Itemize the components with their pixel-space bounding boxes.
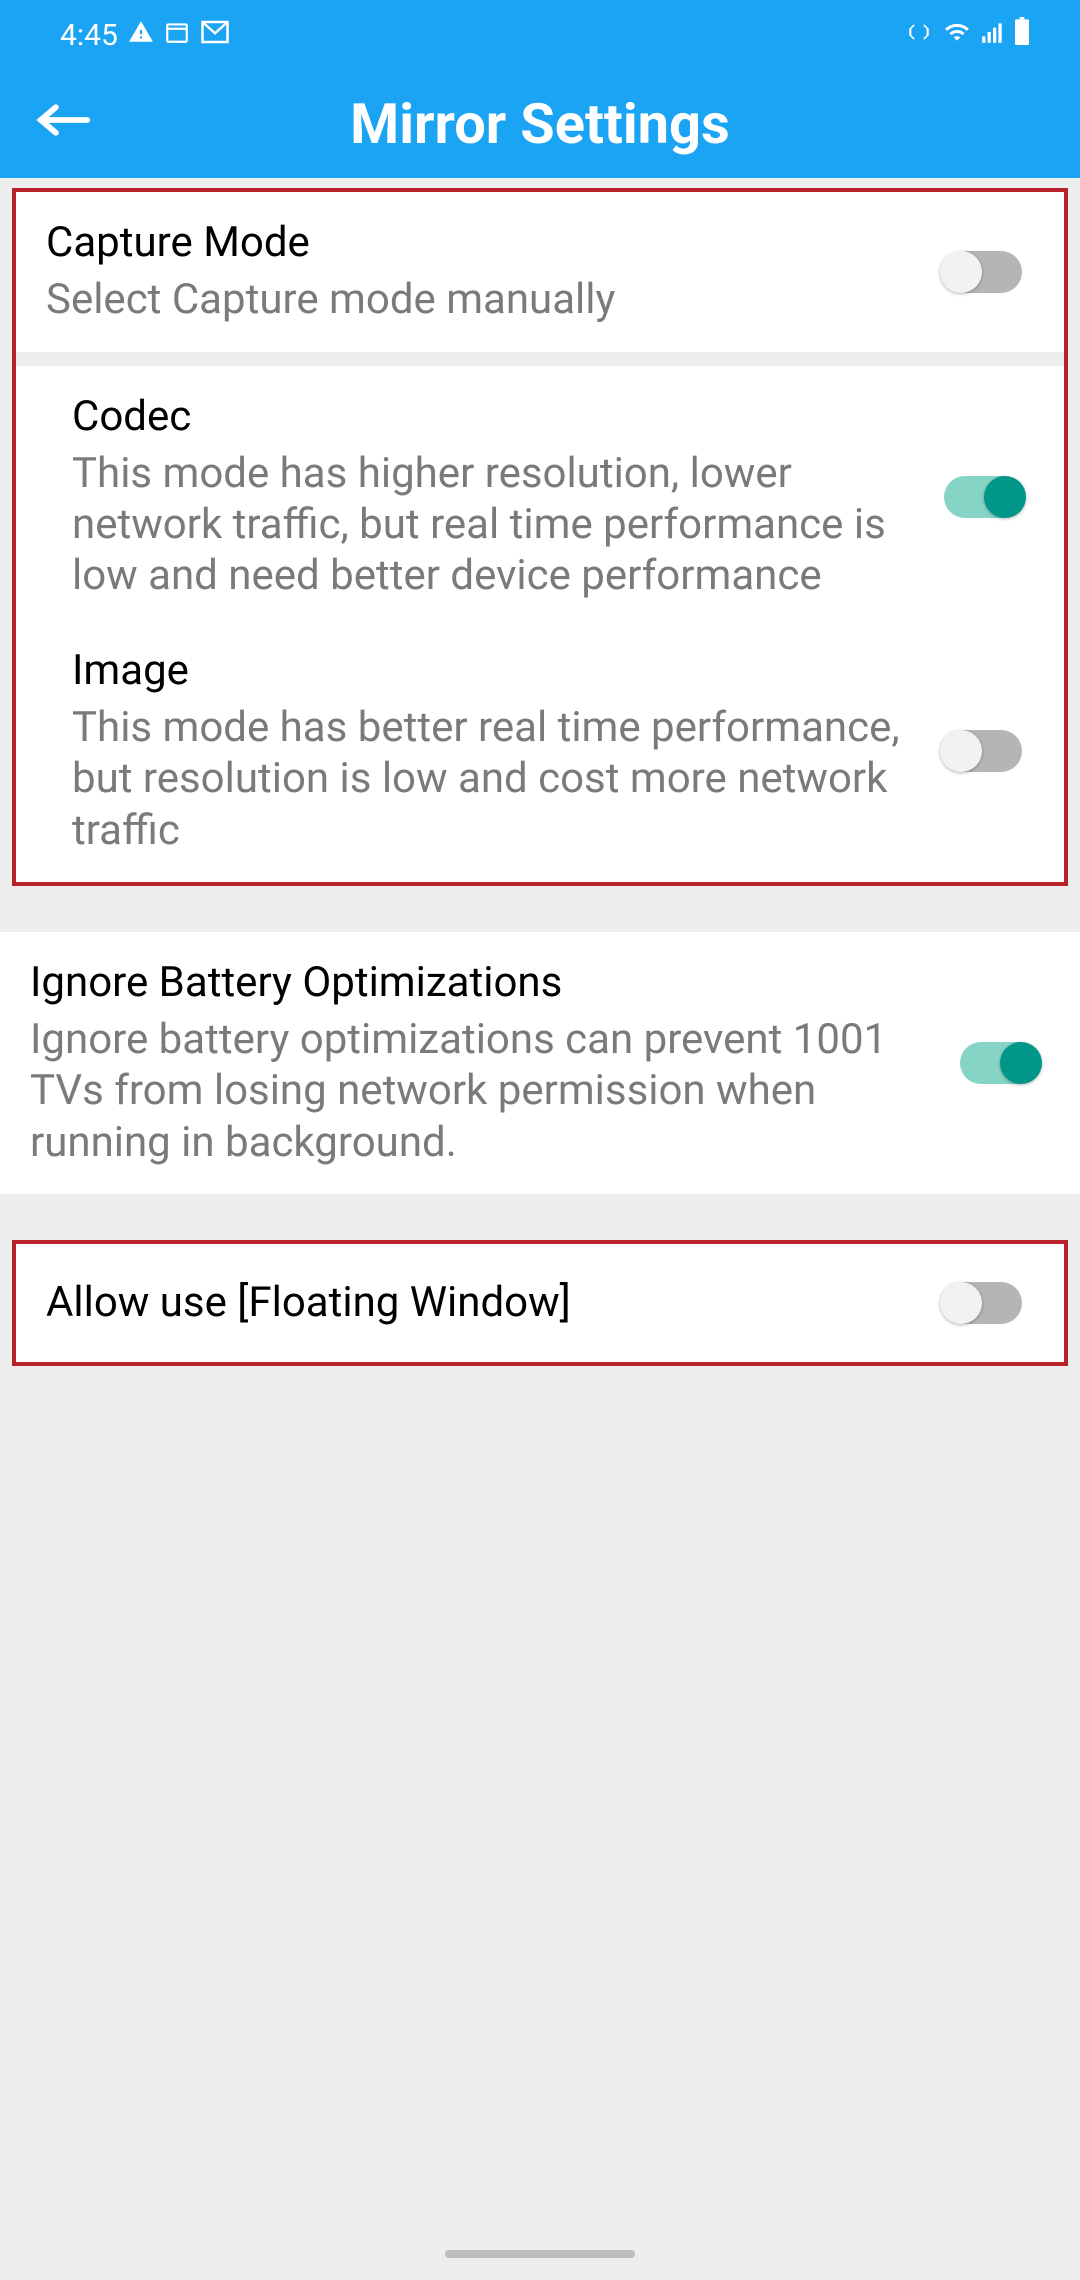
battery-icon (1014, 17, 1030, 53)
warning-icon (128, 18, 154, 53)
image-toggle[interactable] (944, 730, 1022, 772)
setting-floating-window[interactable]: Allow use [Floating Window] (16, 1244, 1064, 1362)
setting-capture-mode[interactable]: Capture Mode Select Capture mode manuall… (16, 192, 1064, 352)
wifi-icon (942, 18, 972, 53)
page-title: Mirror Settings (0, 91, 1080, 157)
image-desc: This mode has better real time performan… (72, 702, 924, 856)
app-header: Mirror Settings (0, 70, 1080, 178)
setting-codec[interactable]: Codec This mode has higher resolution, l… (16, 366, 1064, 628)
annotation-box-2: Allow use [Floating Window] (12, 1240, 1068, 1366)
capture-mode-title: Capture Mode (46, 218, 924, 268)
setting-battery[interactable]: Ignore Battery Optimizations Ignore batt… (0, 932, 1080, 1194)
annotation-box-1: Capture Mode Select Capture mode manuall… (12, 188, 1068, 886)
battery-desc: Ignore battery optimizations can prevent… (30, 1014, 940, 1168)
codec-toggle[interactable] (944, 476, 1022, 518)
capture-mode-desc: Select Capture mode manually (46, 274, 924, 325)
codec-desc: This mode has higher resolution, lower n… (72, 448, 924, 602)
signal-icon (980, 18, 1006, 53)
setting-image[interactable]: Image This mode has better real time per… (16, 628, 1064, 882)
back-button[interactable] (35, 99, 93, 149)
floating-toggle[interactable] (944, 1282, 1022, 1324)
capture-mode-toggle[interactable] (944, 251, 1022, 293)
gmail-icon (200, 18, 230, 53)
status-time: 4:45 (60, 18, 118, 53)
calendar-icon (164, 18, 190, 53)
status-bar: 4:45 (0, 0, 1080, 70)
battery-title: Ignore Battery Optimizations (30, 958, 940, 1008)
home-indicator[interactable] (445, 2250, 635, 2258)
floating-title: Allow use [Floating Window] (46, 1278, 924, 1328)
codec-title: Codec (72, 392, 924, 442)
image-title: Image (72, 646, 924, 696)
battery-toggle[interactable] (960, 1042, 1038, 1084)
vibrate-icon (904, 18, 934, 53)
